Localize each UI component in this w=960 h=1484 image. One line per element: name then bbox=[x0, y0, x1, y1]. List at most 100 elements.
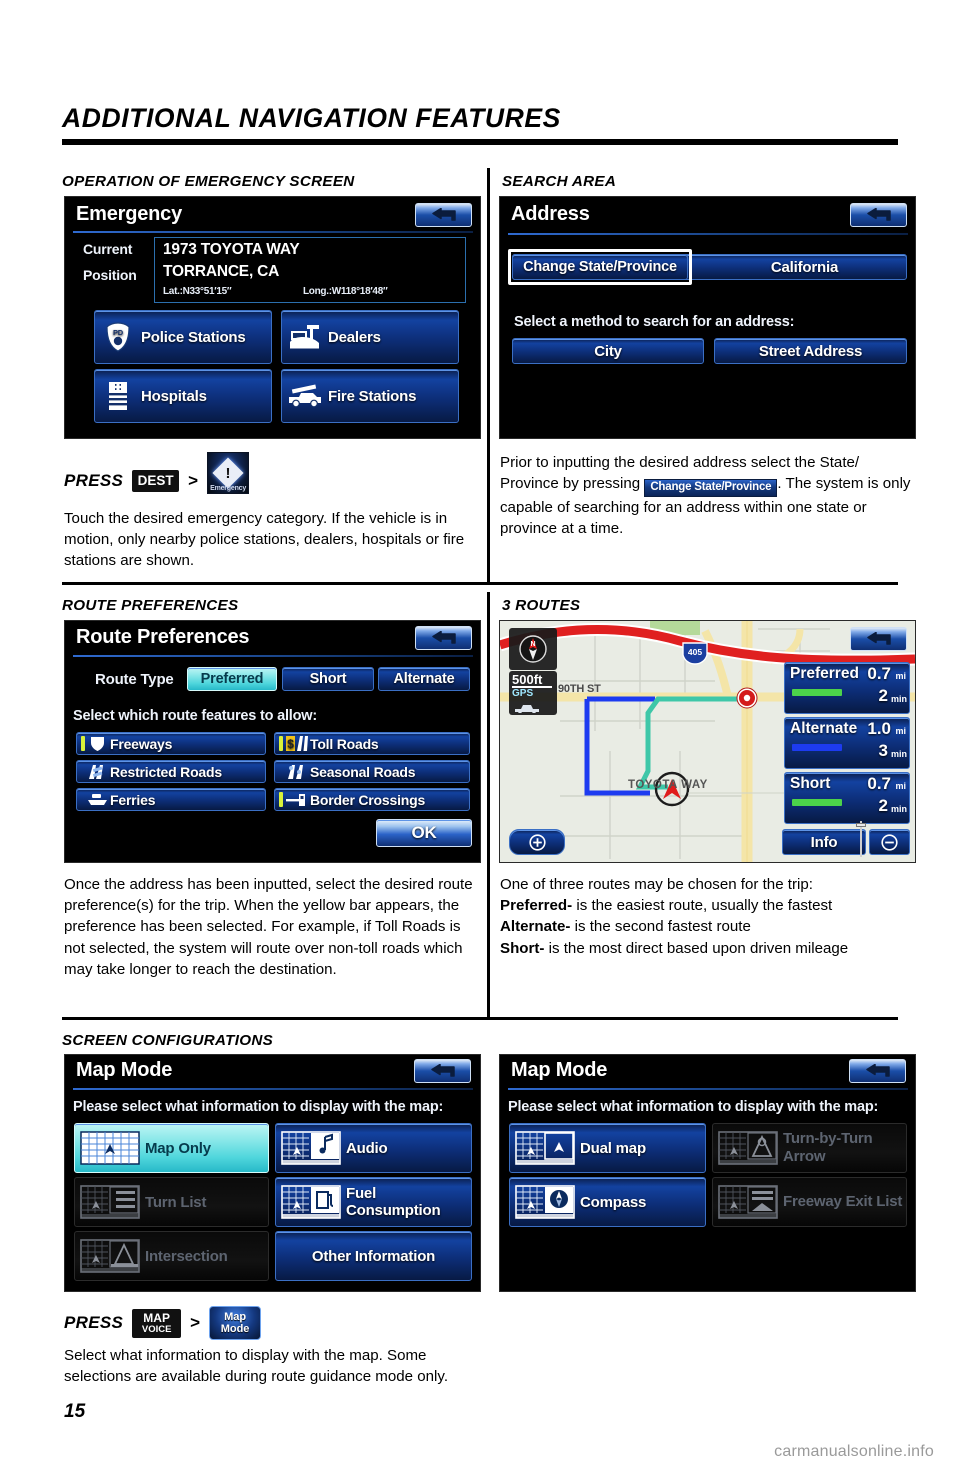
map-scale-value: 500ft bbox=[512, 672, 543, 687]
map-mode-prompt: Please select what information to displa… bbox=[508, 1099, 879, 1115]
street-label-toyota-way: TOYOTA WAY bbox=[628, 779, 708, 791]
screen-config-body-text: Select what information to display with … bbox=[64, 1347, 449, 1386]
zoom-out-button[interactable] bbox=[869, 829, 910, 855]
button-audio[interactable]: Audio bbox=[275, 1123, 472, 1173]
info-button[interactable]: Info bbox=[782, 829, 866, 855]
svg-text:405: 405 bbox=[688, 647, 702, 657]
button-label: Compass bbox=[580, 1193, 647, 1211]
soft-key-line1: Map bbox=[224, 1311, 247, 1323]
press-row-map-mode: PRESS MAP VOICE > Map Mode bbox=[64, 1306, 262, 1340]
press-arrow: > bbox=[188, 471, 199, 490]
dealership-icon bbox=[282, 323, 328, 351]
border-gate-icon bbox=[283, 792, 310, 808]
route-card-alternate[interactable]: Alternate 1.0 mi 3 min bbox=[784, 717, 910, 769]
map-fuel-icon bbox=[276, 1185, 346, 1219]
button-fire-stations[interactable]: Fire Stations bbox=[281, 369, 459, 423]
city-button[interactable]: City bbox=[512, 338, 704, 364]
emergency-screen: Emergency Current Position 1973 TOYOTA W… bbox=[64, 196, 481, 439]
route-color-swatch bbox=[792, 689, 842, 696]
feature-restricted-roads[interactable]: Restricted Roads bbox=[76, 760, 266, 783]
column-divider-mid bbox=[487, 592, 490, 1018]
current-label-line2: Position bbox=[83, 267, 137, 283]
button-label: Dual map bbox=[580, 1139, 646, 1157]
map-grid-icon bbox=[75, 1131, 145, 1165]
zoom-in-button[interactable] bbox=[509, 829, 565, 855]
back-arrow-icon bbox=[430, 1064, 455, 1077]
fire-truck-icon bbox=[282, 384, 328, 408]
back-button[interactable] bbox=[414, 1059, 471, 1083]
back-arrow-icon bbox=[865, 1064, 890, 1077]
button-dual-map[interactable]: Dual map bbox=[509, 1123, 706, 1173]
route-type-alternate[interactable]: Alternate bbox=[378, 667, 470, 691]
route-time-unit: min bbox=[890, 749, 907, 759]
back-arrow-icon bbox=[431, 631, 456, 644]
watermark: carmanualsonline.info bbox=[774, 1443, 934, 1460]
scale-slider[interactable] bbox=[856, 817, 866, 859]
feature-toll-roads[interactable]: $ Toll Roads bbox=[274, 732, 470, 755]
button-dealers[interactable]: Dealers bbox=[281, 310, 459, 364]
map-voice-hard-key[interactable]: MAP VOICE bbox=[132, 1308, 182, 1338]
latitude-value: Lat.:N33°51′15″ bbox=[163, 286, 232, 297]
route-distance-unit: mi bbox=[895, 781, 906, 791]
compass-button[interactable]: N bbox=[509, 628, 557, 670]
button-fuel-consumption[interactable]: Fuel Consumption bbox=[275, 1177, 472, 1227]
route-time-unit: min bbox=[890, 804, 907, 814]
route-type-short[interactable]: Short bbox=[282, 667, 374, 691]
desc-short: is the most direct based upon driven mil… bbox=[544, 939, 849, 957]
route-name: Short bbox=[790, 775, 831, 792]
route-type-preferred[interactable]: Preferred bbox=[187, 667, 277, 691]
back-button[interactable] bbox=[850, 203, 907, 227]
feature-ferries[interactable]: Ferries bbox=[76, 788, 266, 811]
change-state-province-button[interactable]: Change State/Province bbox=[512, 254, 688, 280]
button-police-stations[interactable]: PD Police Stations bbox=[94, 310, 272, 364]
route-distance-unit: mi bbox=[895, 726, 906, 736]
term-alternate: Alternate- bbox=[500, 918, 571, 936]
search-method-label: Select a method to search for an address… bbox=[514, 314, 795, 330]
hospital-icon bbox=[95, 381, 141, 411]
hard-key-line2: VOICE bbox=[141, 1323, 172, 1335]
three-routes-body-text: One of three routes may be chosen for th… bbox=[500, 874, 914, 959]
street-address-button[interactable]: Street Address bbox=[714, 338, 907, 364]
button-intersection: Intersection bbox=[74, 1231, 269, 1281]
soft-key-line2: Mode bbox=[220, 1323, 250, 1335]
feature-label: Ferries bbox=[110, 791, 156, 808]
section-heading-search-area: SEARCH AREA bbox=[502, 173, 617, 190]
map-mode-soft-key[interactable]: Map Mode bbox=[209, 1306, 262, 1340]
feature-label: Toll Roads bbox=[310, 735, 379, 752]
back-button[interactable] bbox=[850, 627, 907, 651]
ok-button[interactable]: OK bbox=[376, 819, 472, 847]
feature-freeways[interactable]: Freeways bbox=[76, 732, 266, 755]
feature-label: Seasonal Roads bbox=[310, 763, 416, 780]
soft-key-label: Emergency bbox=[210, 485, 247, 492]
feature-seasonal-roads[interactable]: Seasonal Roads bbox=[274, 760, 470, 783]
route-type-label: Route Type bbox=[95, 671, 174, 688]
button-label: Police Stations bbox=[141, 328, 246, 346]
button-other-information[interactable]: Other Information bbox=[275, 1231, 472, 1281]
back-button[interactable] bbox=[415, 626, 472, 650]
map-compass-icon bbox=[510, 1185, 580, 1219]
route-card-short[interactable]: Short 0.7 mi 2 min bbox=[784, 772, 910, 824]
map-mode-prompt: Please select what information to displa… bbox=[73, 1099, 444, 1115]
back-button[interactable] bbox=[849, 1059, 906, 1083]
section-divider-2 bbox=[62, 1017, 898, 1020]
back-button[interactable] bbox=[415, 203, 472, 227]
dest-hard-key[interactable]: DEST bbox=[132, 470, 180, 492]
feature-border-crossings[interactable]: Border Crossings bbox=[274, 788, 470, 811]
route-time: 2 bbox=[878, 686, 888, 705]
route-card-preferred[interactable]: Preferred 0.7 mi 2 min bbox=[784, 662, 910, 714]
button-map-only[interactable]: Map Only bbox=[74, 1123, 269, 1173]
button-label: Hospitals bbox=[141, 387, 207, 405]
section-heading-3-routes: 3 ROUTES bbox=[502, 597, 581, 614]
emergency-body-text: Touch the desired emergency category. If… bbox=[64, 510, 465, 570]
back-arrow-icon bbox=[431, 208, 456, 221]
address-line-2: TORRANCE, CA bbox=[163, 263, 280, 280]
button-label: Freeway Exit List bbox=[783, 1193, 903, 1210]
button-turn-by-turn-arrow: Turn-by-Turn Arrow bbox=[712, 1123, 907, 1173]
address-line-1: 1973 TOYOTA WAY bbox=[163, 241, 300, 258]
route-preferences-body-text: Once the address has been inputted, sele… bbox=[64, 876, 473, 978]
map-intersection-icon bbox=[75, 1239, 145, 1273]
emergency-soft-key[interactable]: ! Emergency bbox=[207, 452, 250, 494]
button-hospitals[interactable]: Hospitals bbox=[94, 369, 272, 423]
button-compass[interactable]: Compass bbox=[509, 1177, 706, 1227]
freeway-shield-icon bbox=[85, 735, 110, 752]
